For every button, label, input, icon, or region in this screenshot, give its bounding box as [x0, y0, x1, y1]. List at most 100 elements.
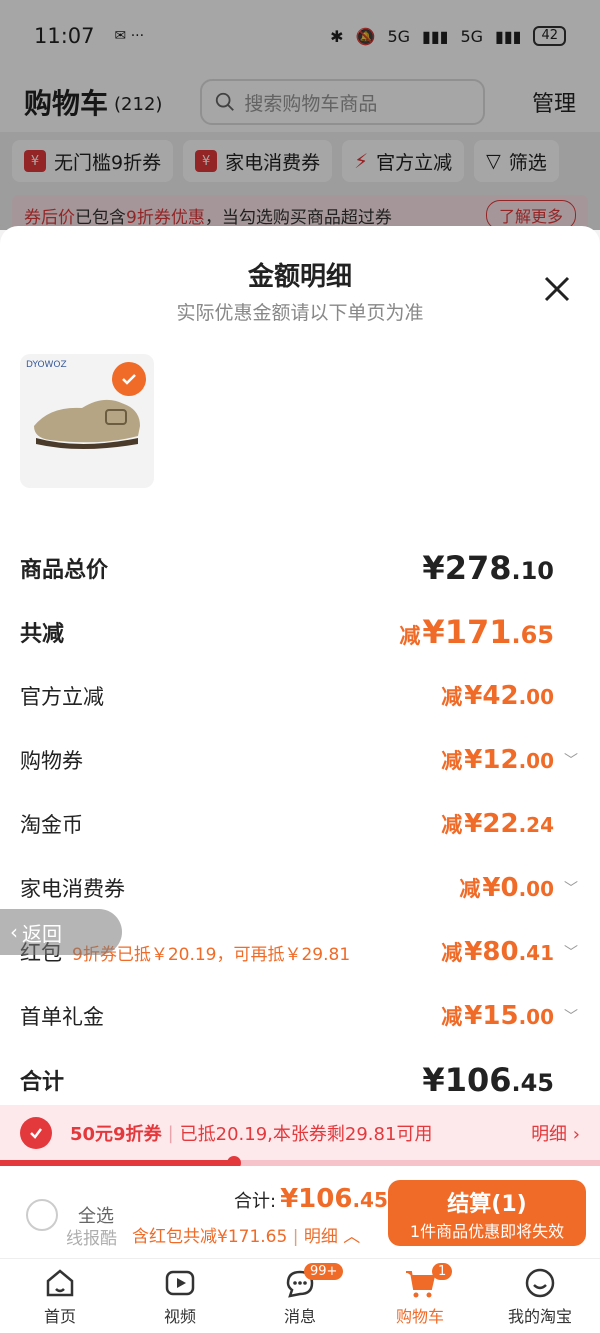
tab-label: 购物车 — [395, 1307, 444, 1326]
chevron-down-icon[interactable]: ﹀ — [564, 942, 580, 962]
detail-label: 明细 — [531, 1124, 568, 1145]
chevron-up-icon: ︿ — [343, 1227, 361, 1247]
amount-dec: .24 — [518, 813, 554, 837]
row-label: 家电消费券 — [20, 877, 125, 901]
amount-dec: .45 — [511, 1069, 554, 1097]
row-amount: 减 ¥22.24 — [441, 809, 554, 839]
checkout-label: 结算(1) — [447, 1192, 527, 1217]
checkout-button[interactable]: 结算(1) 1件商品优惠即将失效 — [388, 1180, 586, 1246]
amount-dec: .10 — [511, 557, 554, 585]
row-amount: 减 ¥15.00 — [441, 1001, 554, 1031]
product-brand: DYOWOZ — [26, 360, 67, 370]
sheet-title: 金额明细 — [247, 262, 352, 292]
amount-rows: 商品总价 ¥278.10 共减 减 ¥171.65 官方立减 减 ¥42.00 购物… — [0, 536, 600, 1112]
row-amount: 减 ¥0.00 — [459, 873, 554, 903]
detail-link[interactable]: 明细 — [304, 1227, 338, 1247]
row-label: 商品总价 — [20, 558, 109, 583]
row-total-discount: 共减 减 ¥171.65 — [0, 600, 600, 664]
total-dec: .45 — [352, 1188, 388, 1212]
amount-prefix: 减 — [441, 685, 463, 709]
discount-sub: 含红包共减¥171.65 — [132, 1227, 288, 1247]
sheet-subtitle: 实际优惠金额请以下单页为准 — [176, 302, 424, 324]
tab-home[interactable]: 首页 — [0, 1259, 120, 1333]
coupon-check-icon[interactable] — [20, 1117, 52, 1149]
modal-backdrop[interactable] — [0, 0, 600, 230]
coupon-detail-link[interactable]: 明细 › — [531, 1120, 580, 1146]
back-label: 返回 — [22, 921, 62, 946]
total-int: ¥106 — [280, 1184, 353, 1214]
divider: | — [292, 1227, 299, 1247]
chevron-down-icon[interactable]: ﹀ — [564, 878, 580, 898]
amount-int: ¥22 — [464, 809, 519, 839]
amount-dec: .00 — [518, 877, 554, 901]
discount-summary[interactable]: 含红包共减¥171.65 | 明细 ︿ — [132, 1222, 360, 1247]
tab-messages[interactable]: 消息 99+ — [240, 1259, 360, 1333]
product-thumbnail[interactable]: DYOWOZ — [20, 354, 154, 488]
amount-prefix: 减 — [459, 877, 481, 901]
message-badge: 99+ — [304, 1263, 344, 1280]
row-official-discount: 官方立减 减 ¥42.00 — [0, 664, 600, 728]
tab-profile[interactable]: 我的淘宝 — [480, 1259, 600, 1333]
coupon-strip: 50元9折券 | 已抵20.19,本张券剩29.81可用 明细 › — [0, 1105, 600, 1161]
select-all-radio[interactable] — [26, 1199, 58, 1231]
row-label: 购物券 — [20, 749, 83, 773]
bottom-tab-bar: 首页 视频 消息 99+ 购物车 1 我的淘宝 — [0, 1258, 600, 1333]
cart-badge: 1 — [432, 1263, 453, 1280]
row-amount: ¥106.45 — [420, 1061, 554, 1099]
amount-prefix: 减 — [441, 941, 463, 965]
row-amount: 减 ¥80.41 — [441, 937, 554, 967]
row-label: 首单礼金 — [20, 1005, 104, 1029]
back-button[interactable]: ‹ 返回 — [0, 909, 122, 955]
amount-int: ¥80 — [464, 937, 519, 967]
close-icon[interactable] — [542, 274, 572, 304]
row-amount: 减 ¥12.00 — [441, 745, 554, 775]
row-grand-total: 合计 ¥106.45 — [0, 1048, 600, 1112]
amount-dec: .00 — [518, 749, 554, 773]
total-line: 合计: ¥106.45 — [234, 1184, 388, 1214]
checkout-sub: 1件商品优惠即将失效 — [409, 1222, 565, 1241]
tab-label: 视频 — [163, 1307, 196, 1326]
amount-dec: .00 — [518, 685, 554, 709]
tab-cart[interactable]: 购物车 1 — [360, 1259, 480, 1333]
amount-prefix: 减 — [441, 749, 463, 773]
row-taojinbi: 淘金币 减 ¥22.24 — [0, 792, 600, 856]
amount-int: ¥42 — [464, 681, 519, 711]
amount-prefix: 减 — [441, 813, 463, 837]
total-value: ¥106.45 — [280, 1184, 388, 1214]
chevron-down-icon[interactable]: ﹀ — [564, 750, 580, 770]
tab-label: 我的淘宝 — [507, 1307, 572, 1326]
row-label: 共减 — [20, 622, 65, 647]
coupon-desc: 已抵20.19,本张券剩29.81可用 — [179, 1124, 433, 1145]
amount-int: ¥171 — [422, 613, 512, 651]
amount-prefix: 减 — [399, 624, 421, 648]
tab-label: 消息 — [283, 1307, 316, 1326]
amount-int: ¥278 — [422, 549, 512, 587]
tab-video[interactable]: 视频 — [120, 1259, 240, 1333]
profile-icon — [525, 1268, 555, 1298]
row-first-order-gift[interactable]: 首单礼金 减 ¥15.00 ﹀ — [0, 984, 600, 1048]
divider: | — [167, 1122, 174, 1144]
video-icon — [165, 1270, 195, 1296]
checkout-bar: 全选 合计: ¥106.45 线报酷 含红包共减¥171.65 | 明细 ︿ 结… — [0, 1166, 600, 1258]
chevron-left-icon: ‹ — [10, 920, 18, 944]
row-amount: 减 ¥42.00 — [441, 681, 554, 711]
selected-check-icon[interactable] — [112, 362, 146, 396]
amount-int: ¥0 — [482, 873, 519, 903]
amount-prefix: 减 — [441, 1005, 463, 1029]
row-amount: 减 ¥171.65 — [399, 613, 554, 651]
amount-int: ¥12 — [464, 745, 519, 775]
chevron-down-icon[interactable]: ﹀ — [564, 1006, 580, 1026]
row-amount: ¥278.10 — [420, 549, 554, 587]
total-label: 合计: — [234, 1191, 277, 1212]
row-shopping-coupon[interactable]: 购物券 减 ¥12.00 ﹀ — [0, 728, 600, 792]
amount-dec: .41 — [518, 941, 554, 965]
coupon-title: 50元9折券 — [70, 1124, 162, 1145]
amount-dec: .65 — [511, 621, 554, 649]
amount-int: ¥106 — [422, 1061, 512, 1099]
row-label: 官方立减 — [20, 685, 104, 709]
row-label: 淘金币 — [20, 813, 83, 837]
amount-int: ¥15 — [464, 1001, 519, 1031]
home-icon — [46, 1269, 74, 1297]
row-label: 合计 — [20, 1070, 65, 1095]
watermark: 线报酷 — [66, 1229, 117, 1249]
